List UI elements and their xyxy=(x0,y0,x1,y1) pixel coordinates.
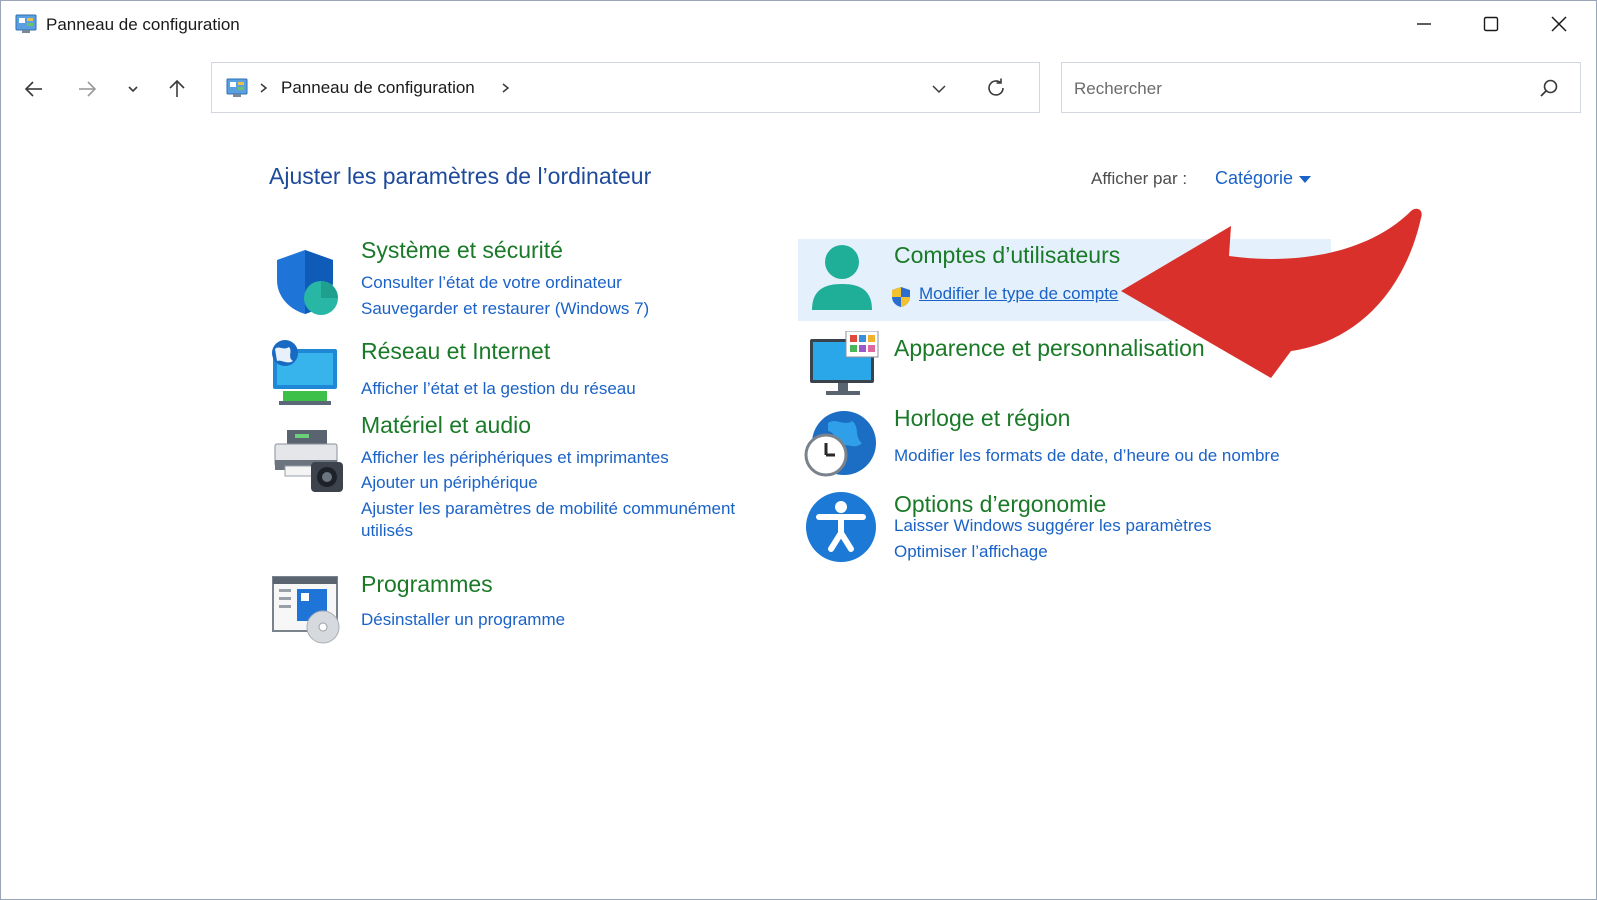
back-arrow-icon xyxy=(24,81,42,97)
breadcrumb-location[interactable]: Panneau de configuration xyxy=(281,78,475,98)
up-button[interactable] xyxy=(161,73,193,105)
category-title-clock-region[interactable]: Horloge et région xyxy=(894,405,1070,432)
category-title-hardware-sound[interactable]: Matériel et audio xyxy=(361,412,531,439)
page-title: Ajuster les paramètres de l’ordinateur xyxy=(269,163,652,189)
clock-globe-icon[interactable] xyxy=(804,409,876,481)
maximize-icon xyxy=(1483,16,1499,32)
control-panel-window: Panneau de configuration Panneau de conf… xyxy=(0,0,1597,900)
view-by-label: Afficher par : xyxy=(1091,169,1188,188)
accessibility-icon[interactable] xyxy=(805,491,877,563)
link-network-status[interactable]: Afficher l’état et la gestion du réseau xyxy=(361,379,636,399)
navigation-bar: Panneau de configuration xyxy=(1,59,1596,117)
view-by-dropdown[interactable]: Catégorie xyxy=(1215,168,1293,189)
annotation-arrow-icon xyxy=(1121,208,1422,378)
monitor-icon[interactable] xyxy=(808,331,880,403)
user-icon[interactable] xyxy=(806,244,878,316)
recent-locations-button[interactable] xyxy=(117,73,149,105)
search-icon[interactable] xyxy=(1538,77,1560,99)
window-title: Panneau de configuration xyxy=(46,15,240,34)
link-devices-printers[interactable]: Afficher les périphériques et imprimante… xyxy=(361,448,669,468)
title-bar: Panneau de configuration xyxy=(1,1,1596,47)
control-panel-app-icon xyxy=(15,14,37,33)
uac-shield-icon xyxy=(892,287,910,307)
close-button[interactable] xyxy=(1526,1,1592,47)
link-backup-restore[interactable]: Sauvegarder et restaurer (Windows 7) xyxy=(361,299,649,319)
link-change-formats[interactable]: Modifier les formats de date, d’heure ou… xyxy=(894,446,1280,466)
refresh-icon[interactable] xyxy=(985,77,1007,99)
minimize-button[interactable] xyxy=(1391,1,1457,47)
network-icon[interactable] xyxy=(269,339,341,411)
minimize-icon xyxy=(1417,23,1431,25)
back-button[interactable] xyxy=(18,73,50,105)
category-title-network-internet[interactable]: Réseau et Internet xyxy=(361,338,550,365)
chevron-down-icon xyxy=(128,86,138,93)
control-panel-location-icon xyxy=(226,78,248,97)
link-add-device[interactable]: Ajouter un périphérique xyxy=(361,473,538,493)
link-uninstall-program[interactable]: Désinstaller un programme xyxy=(361,610,565,630)
link-change-account-type[interactable]: Modifier le type de compte xyxy=(919,284,1118,304)
maximize-button[interactable] xyxy=(1458,1,1524,47)
forward-button[interactable] xyxy=(71,73,103,105)
close-icon xyxy=(1551,16,1567,32)
category-title-system-security[interactable]: Système et sécurité xyxy=(361,237,563,264)
link-mobility-settings-continued[interactable]: utilisés xyxy=(361,521,413,541)
caret-down-icon[interactable] xyxy=(1299,176,1311,184)
programs-icon[interactable] xyxy=(271,573,343,645)
link-optimize-display[interactable]: Optimiser l’affichage xyxy=(894,542,1048,562)
shield-icon[interactable] xyxy=(271,246,343,318)
category-title-user-accounts[interactable]: Comptes d’utilisateurs xyxy=(894,242,1120,269)
forward-arrow-icon xyxy=(79,81,97,97)
search-box[interactable] xyxy=(1061,62,1581,113)
category-title-programs[interactable]: Programmes xyxy=(361,571,493,598)
address-dropdown-icon[interactable] xyxy=(930,79,948,97)
up-arrow-icon xyxy=(169,79,185,97)
printer-icon[interactable] xyxy=(273,426,345,498)
search-input[interactable] xyxy=(1072,75,1516,103)
link-windows-suggest-settings[interactable]: Laisser Windows suggérer les paramètres xyxy=(894,516,1211,536)
category-title-ease-of-access[interactable]: Options d’ergonomie xyxy=(894,491,1106,518)
link-mobility-settings[interactable]: Ajuster les paramètres de mobilité commu… xyxy=(361,499,735,519)
breadcrumb-chevron-icon[interactable] xyxy=(499,77,513,99)
breadcrumb-chevron-icon[interactable] xyxy=(257,77,271,99)
link-check-computer-status[interactable]: Consulter l’état de votre ordinateur xyxy=(361,273,622,293)
address-bar[interactable]: Panneau de configuration xyxy=(211,62,1040,113)
